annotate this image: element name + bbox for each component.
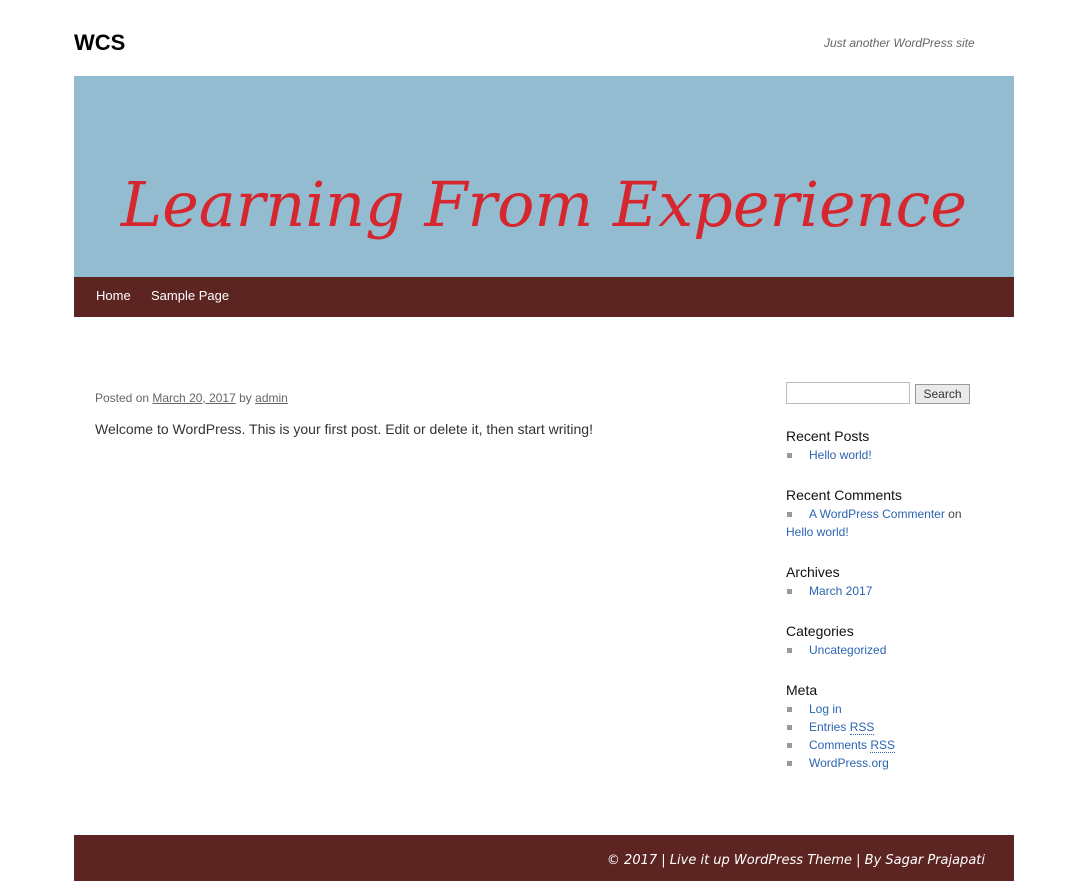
widget-meta: Meta Log in Entries RSS Comments RSS Wor… xyxy=(786,680,986,772)
post-author-link[interactable]: admin xyxy=(255,391,288,405)
widget-categories: Categories Uncategorized xyxy=(786,621,986,659)
search-button[interactable]: Search xyxy=(915,384,970,404)
header-banner-art: Learning From Experience xyxy=(120,168,967,241)
rss-abbr: RSS xyxy=(870,738,896,753)
nav-item-sample-page[interactable]: Sample Page xyxy=(151,288,229,303)
widget-title-categories: Categories xyxy=(786,623,854,639)
rss-abbr: RSS xyxy=(849,720,875,735)
category-link[interactable]: Uncategorized xyxy=(809,643,886,657)
recent-post-link[interactable]: Hello world! xyxy=(809,448,872,462)
widget-archives: Archives March 2017 xyxy=(786,562,986,600)
list-item: Entries RSS xyxy=(786,718,986,736)
list-item: March 2017 xyxy=(786,582,986,600)
site-title[interactable]: WCS xyxy=(74,30,125,56)
on-label: on xyxy=(948,507,962,521)
wordpress-org-link[interactable]: WordPress.org xyxy=(809,756,889,770)
widget-title-recent-posts: Recent Posts xyxy=(786,428,870,444)
entries-label: Entries xyxy=(809,720,847,734)
search-input[interactable] xyxy=(786,382,910,404)
login-link[interactable]: Log in xyxy=(809,702,842,716)
header-banner-text: Learning From Experience xyxy=(120,168,967,241)
list-item: A WordPress Commenter on Hello world! xyxy=(786,505,986,541)
header-banner[interactable]: Learning From Experience xyxy=(74,76,1014,277)
commenter-link[interactable]: A WordPress Commenter xyxy=(809,507,945,521)
archive-link[interactable]: March 2017 xyxy=(809,584,872,598)
site-tagline: Just another WordPress site xyxy=(824,36,975,50)
comment-post-link[interactable]: Hello world! xyxy=(786,525,849,539)
posted-on-label: Posted on xyxy=(95,391,150,405)
widget-title-archives: Archives xyxy=(786,564,840,580)
post-date-link[interactable]: March 20, 2017 xyxy=(152,391,235,405)
list-item: Comments RSS xyxy=(786,736,986,754)
post-content: Welcome to WordPress. This is your first… xyxy=(95,421,593,437)
footer-credits: © 2017 | Live it up WordPress Theme | By… xyxy=(606,853,985,868)
widget-recent-posts: Recent Posts Hello world! xyxy=(786,426,986,464)
entries-rss-link[interactable]: Entries RSS xyxy=(809,720,875,735)
by-label: by xyxy=(239,391,252,405)
post-meta: Posted on March 20, 2017 by admin xyxy=(95,391,288,405)
nav-item-home[interactable]: Home xyxy=(96,288,131,303)
list-item: Log in xyxy=(786,700,986,718)
widget-title-recent-comments: Recent Comments xyxy=(786,487,902,503)
list-item: WordPress.org xyxy=(786,754,986,772)
comments-rss-link[interactable]: Comments RSS xyxy=(809,738,896,753)
site-footer: © 2017 | Live it up WordPress Theme | By… xyxy=(74,835,1014,881)
comments-label: Comments xyxy=(809,738,868,752)
widget-title-meta: Meta xyxy=(786,682,818,698)
widget-recent-comments: Recent Comments A WordPress Commenter on… xyxy=(786,485,986,541)
list-item: Hello world! xyxy=(786,446,986,464)
main-navigation: Home Sample Page xyxy=(74,277,1014,317)
list-item: Uncategorized xyxy=(786,641,986,659)
